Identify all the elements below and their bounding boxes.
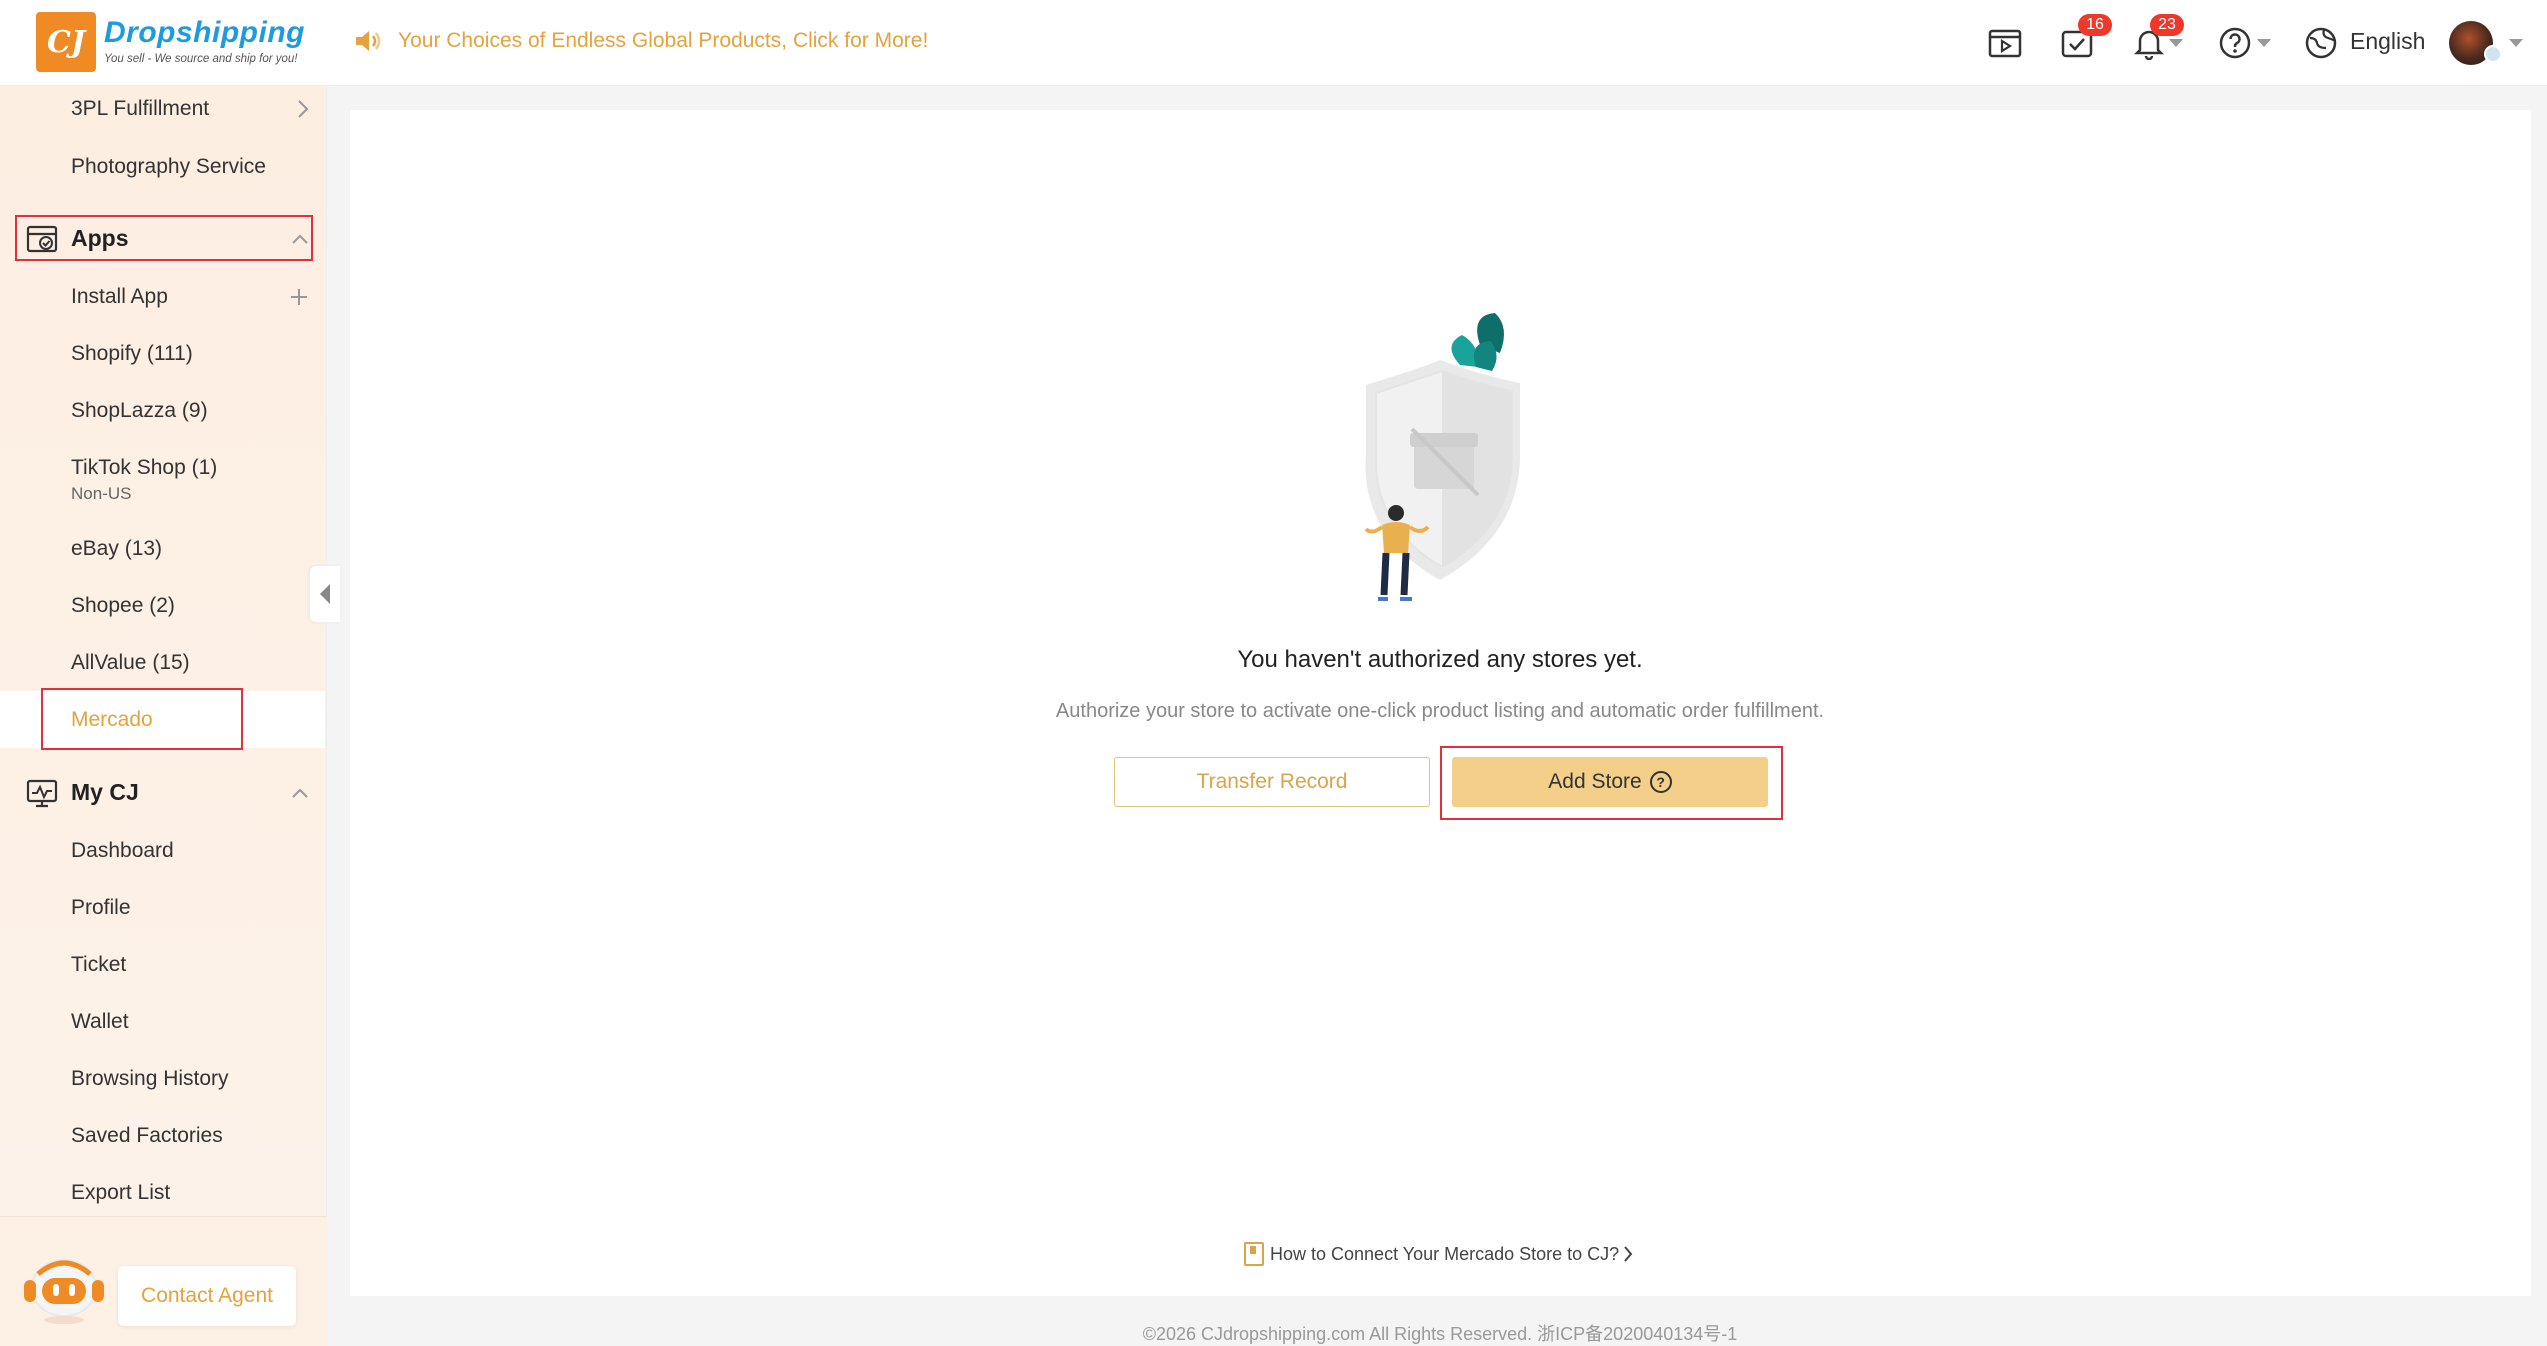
sidebar-item-label: 3PL Fulfillment [71,96,210,120]
sidebar-item-3pl-fulfillment[interactable]: 3PL Fulfillment [0,80,327,137]
sidebar-item-label: Install App [71,284,168,308]
sidebar-group-label: Apps [71,225,129,251]
sidebar-item-ebay[interactable]: eBay (13) [0,520,327,577]
sidebar-item-label: Export List [71,1180,171,1204]
question-circle-icon[interactable]: ? [1649,771,1672,793]
chevron-right-icon [1624,1246,1633,1262]
chevron-up-icon [292,234,308,244]
sidebar-item-label: eBay (13) [71,536,163,560]
empty-store-shield-illustration [1364,313,1520,601]
help-caret-icon[interactable] [2256,38,2272,48]
logo-tagline: You sell - We source and ship for you! [104,53,298,66]
sidebar-item-saved-factories[interactable]: Saved Factories [0,1107,327,1164]
speaker-icon [356,31,381,51]
sidebar-item-label: Wallet [71,1009,129,1033]
caret-left-icon [320,584,330,604]
avatar-status-icon [2484,45,2502,63]
empty-state-title: You haven't authorized any stores yet. [1237,646,1643,673]
cj-logo[interactable]: CJ Dropshipping You sell - We source and… [36,12,305,72]
sidebar-item-label: Profile [71,895,131,919]
avatar-caret-icon[interactable] [2508,38,2524,48]
announcement-text[interactable]: Your Choices of Endless Global Products,… [398,29,928,53]
dashboard-monitor-icon [26,779,58,807]
robot-agent-icon[interactable] [18,1244,110,1326]
language-selector[interactable]: English [2350,28,2425,55]
help-link[interactable]: How to Connect Your Mercado Store to CJ? [1244,1242,1633,1266]
transfer-record-button[interactable]: Transfer Record [1114,757,1430,807]
empty-state-description: Authorize your store to activate one-cli… [1055,700,1825,722]
sidebar-item-label: Photography Service [71,154,266,178]
sidebar-item-export-list[interactable]: Export List [0,1164,327,1221]
apps-store-icon [26,225,58,252]
notifications-badge: 23 [2150,14,2184,36]
sidebar-item-sublabel: Non-US [71,484,132,503]
sidebar-item-label: Saved Factories [71,1123,223,1147]
sidebar-item-label: ShopLazza (9) [71,398,208,422]
footer-copyright: ©2026 CJdropshipping.com All Rights Rese… [1142,1324,1738,1344]
video-tutorial-icon[interactable] [1986,24,2024,62]
sidebar-item-wallet[interactable]: Wallet [0,993,327,1050]
plus-icon[interactable] [289,287,309,307]
help-icon[interactable] [2216,24,2254,62]
help-link-text[interactable]: How to Connect Your Mercado Store to CJ? [1270,1244,1619,1265]
sidebar-item-label: Dashboard [71,838,174,862]
notifications-caret-icon[interactable] [2168,38,2184,48]
sidebar-group-label: My CJ [71,779,139,805]
tasks-icon[interactable]: 16 [2058,14,2112,62]
sidebar-item-label: Ticket [71,952,127,976]
sidebar-item-label: TikTok Shop (1) [71,456,218,479]
add-store-button[interactable]: Add Store ? [1452,757,1768,807]
contact-agent-button[interactable]: Contact Agent [118,1266,296,1326]
guide-book-icon [1244,1242,1264,1266]
sidebar-item-dashboard[interactable]: Dashboard [0,822,327,879]
globe-icon[interactable] [2302,24,2340,62]
sidebar-collapse-toggle[interactable] [310,566,340,622]
chevron-right-icon [298,99,309,118]
sidebar-item-shopee[interactable]: Shopee (2) [0,577,327,634]
top-header: CJ Dropshipping You sell - We source and… [0,0,2547,86]
sidebar-item-label: Shopify (111) [71,341,193,365]
sidebar-item-shopify[interactable]: Shopify (111) [0,325,327,382]
announcement-bar[interactable]: Your Choices of Endless Global Products,… [354,28,928,54]
sidebar-item-tiktok-shop[interactable]: TikTok Shop (1) [0,438,327,508]
sidebar-group-apps[interactable]: Apps [0,210,327,267]
notifications-bell-icon[interactable]: 23 [2130,14,2184,62]
cj-logo-mark: CJ [36,12,96,72]
sidebar-item-label: Shopee (2) [71,593,175,617]
sidebar-item-browsing-history[interactable]: Browsing History [0,1050,327,1107]
sidebar-item-ticket[interactable]: Ticket [0,936,327,993]
logo-name: Dropshipping [104,16,305,50]
sidebar-item-shoplazza[interactable]: ShopLazza (9) [0,382,327,439]
sidebar-item-label: Browsing History [71,1066,229,1090]
sidebar-group-my-cj[interactable]: My CJ [0,764,327,821]
add-store-label: Add Store [1548,770,1642,793]
transfer-record-label: Transfer Record [1196,770,1348,793]
sidebar-item-install-app[interactable]: Install App [0,268,327,325]
tasks-badge: 16 [2078,14,2112,36]
sidebar-item-profile[interactable]: Profile [0,879,327,936]
sidebar-item-photography-service[interactable]: Photography Service [0,138,327,195]
chevron-up-icon [292,788,308,798]
